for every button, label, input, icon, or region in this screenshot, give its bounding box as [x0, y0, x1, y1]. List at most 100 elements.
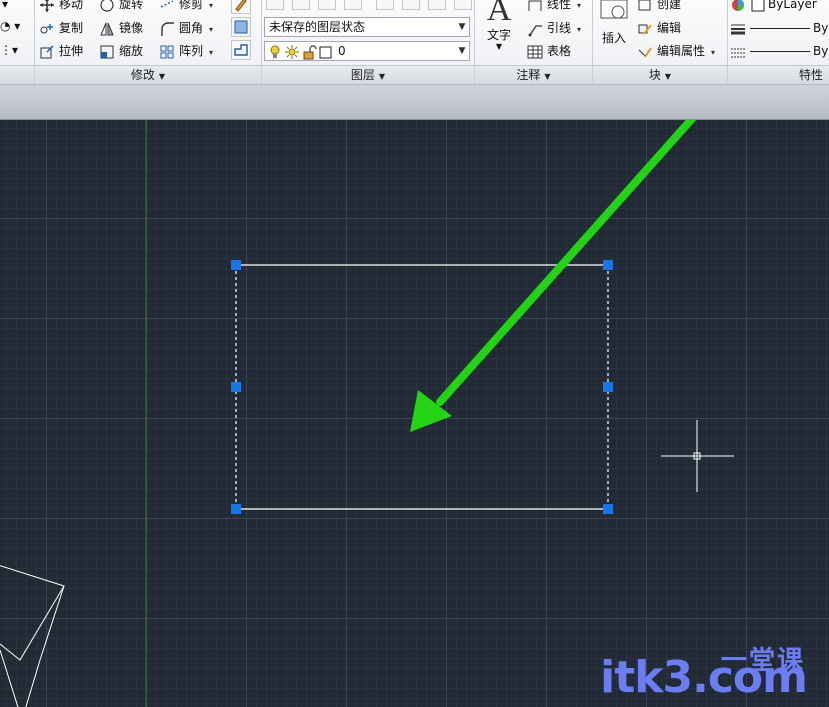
layer-tool-2[interactable] [292, 0, 310, 10]
layer-tool-5[interactable] [376, 0, 394, 10]
linetype-value: By [813, 44, 829, 58]
grip-handle[interactable] [231, 260, 241, 270]
linetype-icon [730, 44, 746, 60]
table-icon [527, 44, 543, 60]
layers-panel-title-text: 图层 [350, 68, 375, 82]
watermark-top: 一堂课 [720, 646, 805, 676]
layer-tool-7[interactable] [428, 0, 446, 10]
grip-handle[interactable] [603, 382, 613, 392]
scale-tool[interactable]: 缩放 [99, 41, 143, 61]
table-tool[interactable]: 表格 [527, 41, 571, 61]
edit-block-tool[interactable]: 编辑 [637, 18, 681, 38]
copy-label: 复制 [59, 21, 84, 35]
modify-panel-title[interactable]: 修改 ▼ [35, 65, 261, 84]
chevron-down-icon: ▼ [495, 42, 503, 51]
stub-tool-3[interactable]: ⋮▾ [0, 40, 18, 60]
green-arrow-annotation [410, 120, 697, 432]
array-icon [159, 44, 175, 60]
copy-tool[interactable]: 复制 [39, 18, 83, 38]
lineweight-control[interactable]: By [730, 18, 829, 38]
explode-button[interactable] [231, 17, 251, 37]
copy-icon [39, 21, 55, 37]
lineweight-icon [730, 21, 746, 37]
grip-handle[interactable] [603, 260, 613, 270]
layer-tool-6[interactable] [402, 0, 420, 10]
fillet-icon [159, 21, 175, 37]
draw-panel-stub: ▾ ◔ ▾ ⋮▾ [0, 0, 35, 84]
color-control[interactable]: ByLayer [730, 0, 817, 14]
scale-icon [99, 44, 115, 60]
scale-label: 缩放 [119, 44, 144, 58]
linear-dim-tool[interactable]: 线性 ▾ [527, 0, 581, 14]
layer-tool-8[interactable] [454, 0, 472, 10]
move-icon [39, 0, 55, 13]
grip-handle[interactable] [231, 382, 241, 392]
create-block-icon [637, 0, 653, 13]
grip-handle[interactable] [603, 504, 613, 514]
mirror-label: 镜像 [119, 21, 144, 35]
layers-panel-title[interactable]: 图层 ▼ [262, 65, 474, 84]
layers-panel: 未保存的图层状态 ▼ 0 ▼ 图层 ▼ [262, 0, 475, 84]
annotation-panel-title[interactable]: 注释 ▼ [475, 65, 592, 84]
text-icon: A [486, 0, 512, 28]
offset-icon [234, 44, 248, 56]
insert-label: 插入 [601, 31, 626, 45]
layer-state-dropdown[interactable]: 未保存的图层状态 ▼ [264, 17, 470, 37]
properties-panel-title-text: 特性 [798, 68, 823, 82]
partial-shape[interactable] [0, 564, 65, 707]
trim-tool[interactable]: 修剪 ▾ [159, 0, 213, 14]
current-layer-value: 0 [338, 44, 346, 58]
selected-rectangle[interactable] [235, 264, 609, 510]
text-tool[interactable]: A 文字 ▼ [481, 0, 517, 52]
block-panel: 插入 创建 编辑 编辑属性 ▾ 块 ▼ [593, 0, 728, 84]
edit-block-icon [637, 21, 653, 37]
layer-tool-row [266, 0, 472, 10]
stretch-icon [39, 44, 55, 60]
edit-attributes-tool[interactable]: 编辑属性 ▾ [637, 41, 715, 61]
block-panel-title[interactable]: 块 ▼ [593, 65, 727, 84]
linetype-preview [750, 51, 810, 52]
rotate-icon [99, 0, 115, 13]
rotate-tool[interactable]: 旋转 [99, 0, 143, 14]
grip-handle[interactable] [231, 504, 241, 514]
fillet-tool[interactable]: 圆角 ▾ [159, 18, 213, 38]
layer-dropdown[interactable]: 0 ▼ [264, 41, 470, 61]
array-tool[interactable]: 阵列 ▾ [159, 41, 213, 61]
properties-panel-title[interactable]: 特性 [728, 65, 829, 84]
erase-button[interactable] [231, 0, 251, 14]
array-label: 阵列 [179, 44, 204, 58]
lineweight-value: By [813, 21, 829, 35]
leader-label: 引线 [547, 21, 572, 35]
stub-tool-2[interactable]: ◔ ▾ [0, 16, 20, 36]
drawing-canvas[interactable]: 一堂课 itk3.com [0, 120, 829, 707]
rotate-label: 旋转 [119, 0, 144, 11]
annotation-panel-title-text: 注释 [516, 68, 541, 82]
mirror-tool[interactable]: 镜像 [99, 18, 143, 38]
sun-icon [284, 44, 300, 60]
create-block-tool[interactable]: 创建 [637, 0, 681, 14]
chevron-down-icon: ▼ [458, 22, 466, 32]
trim-icon [159, 0, 175, 13]
unlock-icon [301, 44, 317, 60]
explode-icon [234, 20, 248, 34]
table-label: 表格 [547, 44, 572, 58]
offset-button[interactable] [231, 40, 251, 60]
stretch-tool[interactable]: 拉伸 [39, 41, 83, 61]
modify-panel-title-text: 修改 [130, 68, 155, 82]
layer-tool-1[interactable] [266, 0, 284, 10]
color-wheel-icon [730, 0, 746, 13]
insert-tool[interactable]: 插入 [597, 0, 631, 45]
leader-icon [527, 21, 543, 37]
draw-panel-title[interactable] [0, 65, 34, 84]
edit-label: 编辑 [657, 21, 682, 35]
edit-attributes-icon [637, 44, 653, 60]
watermark: 一堂课 itk3.com [600, 646, 808, 703]
layer-tool-4[interactable] [344, 0, 362, 10]
layer-tool-3[interactable] [318, 0, 336, 10]
insert-block-icon [597, 0, 631, 29]
layer-state-value: 未保存的图层状态 [269, 20, 366, 34]
linetype-control[interactable]: By [730, 41, 829, 61]
move-tool[interactable]: 移动 [39, 0, 83, 14]
stub-tool-1[interactable]: ▾ [2, 0, 8, 14]
leader-tool[interactable]: 引线 ▾ [527, 18, 581, 38]
